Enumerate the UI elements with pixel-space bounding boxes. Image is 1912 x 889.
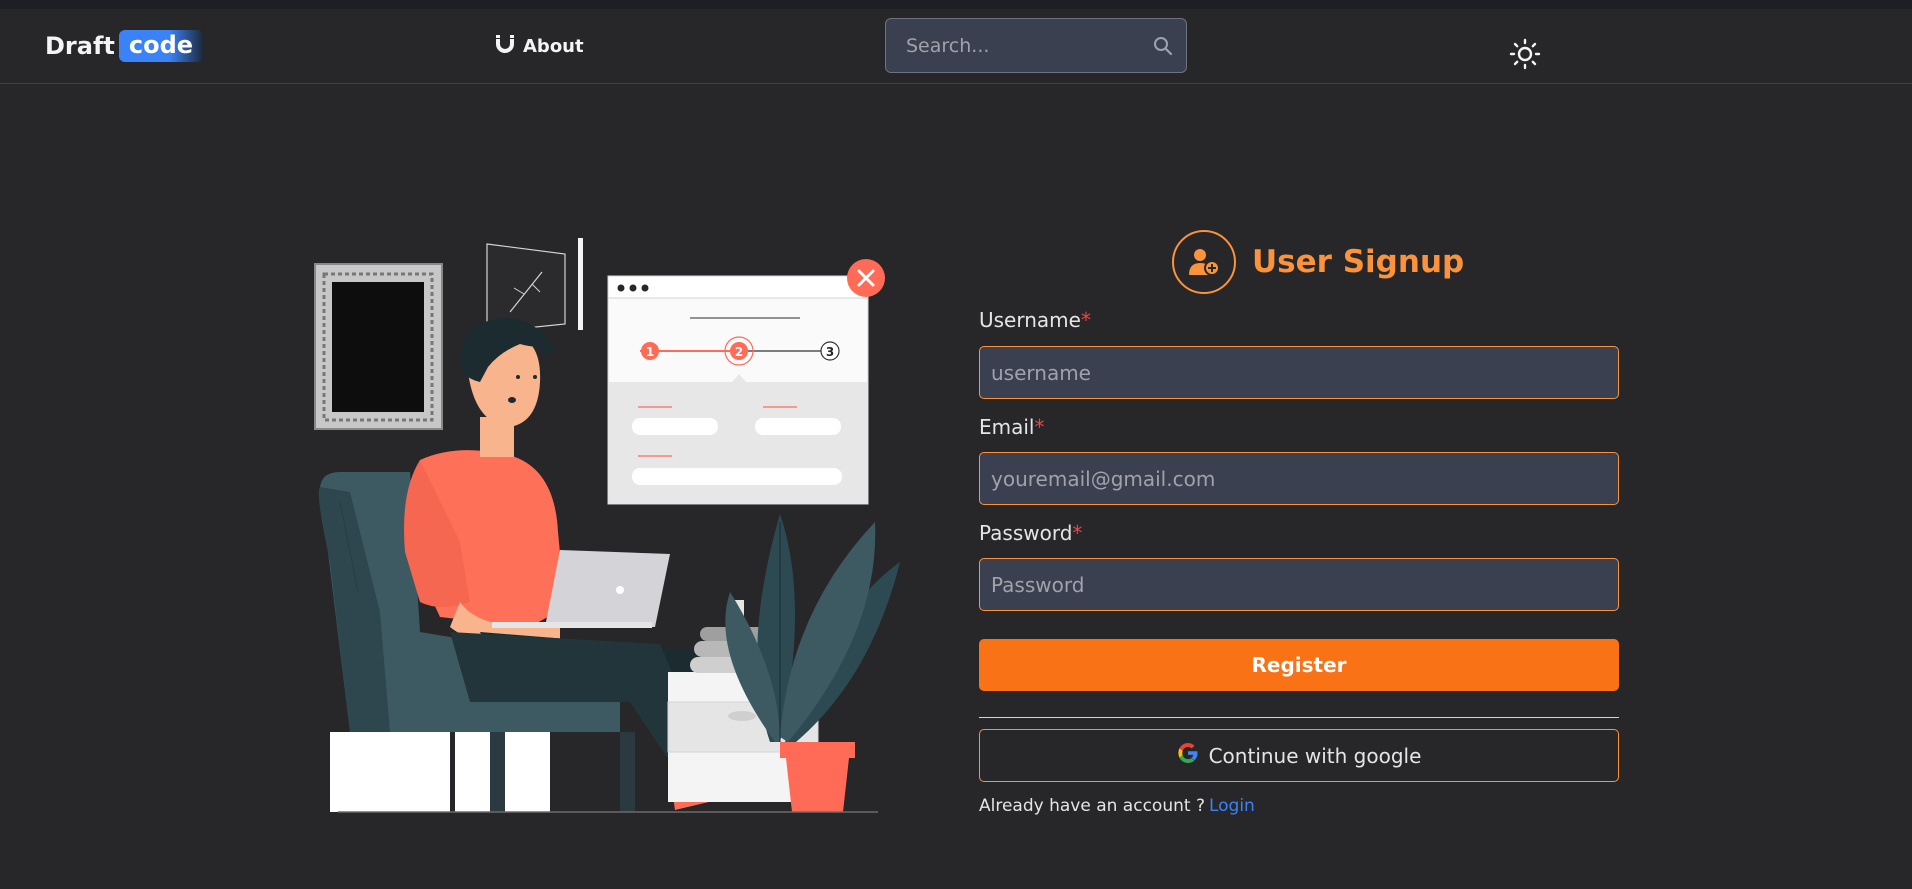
password-label: Password* <box>979 521 1082 545</box>
navbar: Draft code About <box>0 9 1912 84</box>
email-input[interactable] <box>979 452 1619 505</box>
search-box[interactable] <box>885 18 1187 73</box>
user-plus-icon <box>1172 230 1236 294</box>
svg-text:3: 3 <box>826 345 834 359</box>
password-label-text: Password <box>979 521 1073 545</box>
login-link[interactable]: Login <box>1209 796 1255 816</box>
window-top-strip <box>0 0 1912 9</box>
logo[interactable]: Draft code <box>45 27 204 64</box>
required-mark: * <box>1034 415 1045 439</box>
logo-draft-text: Draft <box>45 31 115 60</box>
username-input[interactable] <box>979 346 1619 399</box>
google-icon <box>1177 742 1199 769</box>
email-label-text: Email <box>979 415 1035 439</box>
theme-toggle-button[interactable] <box>1509 38 1541 74</box>
search-input[interactable] <box>886 34 1136 57</box>
username-label: Username* <box>979 308 1091 332</box>
form-title: User Signup <box>1252 244 1465 280</box>
register-button[interactable]: Register <box>979 639 1619 691</box>
form-title-row: User Signup <box>1172 230 1464 294</box>
svg-text:2: 2 <box>735 345 743 359</box>
signup-illustration: 1 2 3 <box>310 232 910 818</box>
password-input[interactable] <box>979 558 1619 611</box>
art-frame <box>486 238 583 333</box>
picture-frame <box>314 263 443 430</box>
google-signin-button[interactable]: Continue with google <box>979 729 1619 782</box>
username-label-text: Username <box>979 308 1081 332</box>
divider <box>979 717 1619 718</box>
logo-code-text: code <box>118 29 204 62</box>
email-label: Email* <box>979 415 1045 439</box>
google-signin-label: Continue with google <box>1208 743 1422 768</box>
browser-window: 1 2 3 <box>607 259 885 505</box>
login-prompt: Already have an account ? Login <box>979 796 1255 816</box>
magnet-icon <box>494 33 516 59</box>
search-icon[interactable] <box>1152 35 1174 61</box>
required-mark: * <box>1072 521 1083 545</box>
required-mark: * <box>1080 308 1091 332</box>
about-label: About <box>523 35 584 57</box>
login-prompt-text: Already have an account ? <box>979 796 1205 816</box>
svg-text:1: 1 <box>646 345 654 359</box>
sun-icon <box>1509 38 1541 74</box>
about-link[interactable]: About <box>494 33 584 59</box>
